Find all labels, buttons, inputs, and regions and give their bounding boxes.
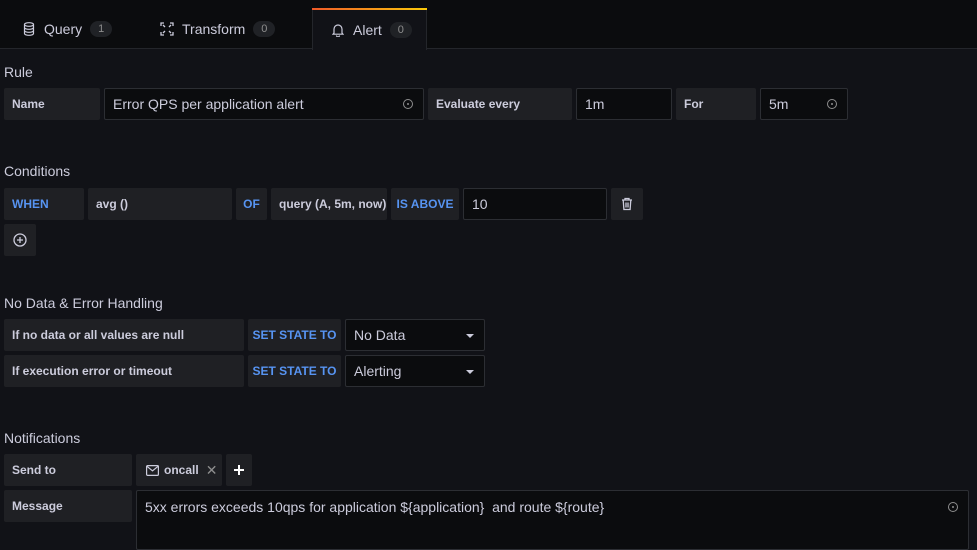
recipient-name: oncall (164, 463, 199, 477)
delete-condition-button[interactable] (611, 188, 643, 220)
message-textarea[interactable]: 5xx errors exceeds 10qps for application… (136, 490, 969, 550)
nodata-state-select[interactable]: No Data (345, 319, 485, 351)
send-to-label: Send to (4, 454, 132, 486)
nodata-label: If no data or all values are null (4, 319, 244, 351)
editor-tab-bar: Query 1 Transform 0 Alert 0 (0, 0, 977, 50)
exec-error-label: If execution error or timeout (4, 355, 244, 387)
add-recipient-button[interactable] (226, 454, 252, 486)
reducer-button[interactable]: avg () (88, 188, 232, 220)
rule-name-value: Error QPS per application alert (113, 96, 304, 112)
tab-alert-count: 0 (389, 21, 412, 38)
message-label: Message (4, 490, 132, 522)
exec-error-state-select[interactable]: Alerting (345, 355, 485, 387)
plus-circle-icon (13, 233, 27, 247)
tab-query-count: 1 (90, 20, 113, 37)
evaluate-every-input[interactable]: 1m (576, 88, 672, 120)
rule-name-input[interactable]: Error QPS per application alert (104, 88, 424, 120)
threshold-value: 10 (472, 196, 488, 212)
add-condition-button[interactable] (4, 224, 36, 256)
nodata-set-state-keyword: SET STATE TO (248, 319, 341, 351)
for-input[interactable]: 5m (760, 88, 848, 120)
of-keyword: OF (236, 188, 267, 220)
name-label: Name (4, 88, 100, 120)
bell-icon (331, 23, 345, 37)
transform-icon (160, 21, 174, 36)
evaluate-every-value: 1m (585, 96, 605, 112)
tab-query[interactable]: Query 1 (22, 8, 113, 49)
recipient-chip[interactable]: oncall ✕ (136, 454, 222, 486)
tab-transform-count: 0 (253, 20, 276, 37)
notifications-section-title: Notifications (4, 430, 81, 446)
caret-down-icon (466, 370, 474, 374)
tab-transform-label: Transform (182, 20, 246, 37)
tab-alert[interactable]: Alert 0 (312, 8, 427, 50)
for-label: For (676, 88, 756, 120)
exec-error-set-state-keyword: SET STATE TO (248, 355, 341, 387)
tab-transform[interactable]: Transform 0 (160, 8, 276, 49)
evaluate-every-label: Evaluate every (428, 88, 572, 120)
remove-recipient-icon[interactable]: ✕ (206, 462, 218, 479)
info-icon[interactable] (827, 99, 837, 109)
envelope-icon (146, 464, 159, 476)
info-icon[interactable] (948, 502, 958, 512)
query-button[interactable]: query (A, 5m, now) (271, 188, 387, 220)
caret-down-icon (466, 334, 474, 338)
conditions-section-title: Conditions (4, 163, 71, 179)
message-value: 5xx errors exceeds 10qps for application… (145, 499, 605, 515)
tab-query-label: Query (44, 20, 83, 37)
exec-error-state-value: Alerting (354, 363, 402, 379)
trash-icon (622, 197, 632, 211)
for-value: 5m (769, 96, 789, 112)
info-icon[interactable] (403, 99, 413, 109)
evaluator-button[interactable]: IS ABOVE (391, 188, 459, 220)
message-info-wrap (938, 491, 968, 523)
nodata-section-title: No Data & Error Handling (4, 295, 163, 311)
database-icon (22, 21, 36, 36)
nodata-state-value: No Data (354, 327, 406, 343)
when-keyword: WHEN (4, 188, 84, 220)
rule-section-title: Rule (4, 64, 33, 80)
tab-alert-label: Alert (353, 21, 382, 38)
threshold-input[interactable]: 10 (463, 188, 607, 220)
plus-icon (234, 465, 244, 475)
